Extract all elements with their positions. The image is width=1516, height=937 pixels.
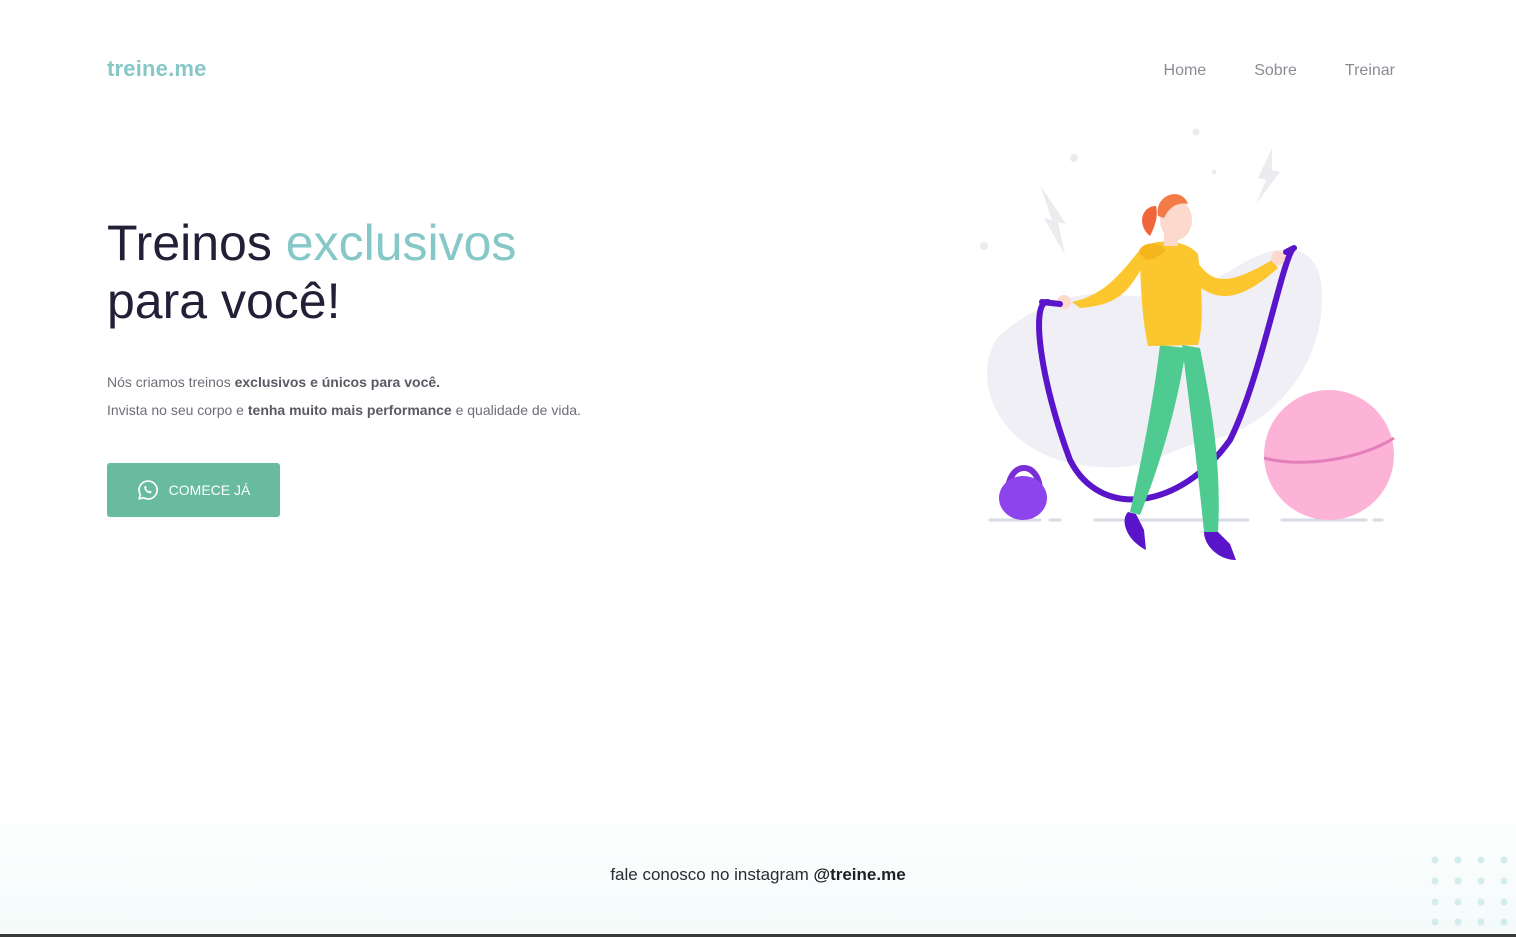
jump-rope-illustration — [980, 128, 1395, 560]
hero-title-part2: para você! — [107, 273, 341, 329]
decorative-dots — [1431, 856, 1508, 926]
hero-title-part1: Treinos — [107, 215, 272, 271]
nav-link-treinar[interactable]: Treinar — [1345, 62, 1395, 80]
footer-prefix: fale conosco no instagram — [610, 865, 809, 884]
rope-handle-left — [1039, 299, 1063, 307]
shoe-left — [1124, 512, 1146, 550]
nav-link-home[interactable]: Home — [1164, 62, 1207, 80]
hero-line1-bold: exclusivos e únicos para você. — [234, 374, 441, 390]
instagram-handle-link[interactable]: @treine.me — [814, 865, 906, 884]
pilates-ball — [1264, 390, 1394, 520]
lightning-right — [1256, 148, 1280, 204]
nav-link-sobre[interactable]: Sobre — [1254, 62, 1297, 80]
lightning-left — [1040, 185, 1066, 255]
main-nav: Home Sobre Treinar — [1164, 62, 1395, 80]
hero-title: Treinos exclusivos para você! — [107, 214, 516, 330]
hero-line1-prefix: Nós criamos treinos — [107, 374, 231, 390]
sparkle-dot — [1070, 154, 1078, 162]
shoe-right — [1204, 532, 1236, 560]
hero-line2-bold: tenha muito mais performance — [247, 402, 452, 418]
sparkle-dot — [1211, 169, 1217, 175]
landing-page: treine.me Home Sobre Treinar Treinos exc… — [0, 0, 1516, 937]
kettlebell — [999, 476, 1047, 520]
hero-line2-prefix: Invista no seu corpo e — [107, 402, 244, 418]
brand-logo[interactable]: treine.me — [107, 56, 207, 82]
sparkle-dot — [980, 242, 988, 250]
hero-description: Nós criamos treinos exclusivos e únicos … — [107, 368, 581, 424]
hero-line2-suffix: e qualidade de vida. — [455, 402, 581, 418]
comece-ja-label: COMECE JÁ — [168, 482, 251, 498]
footer-contact: fale conosco no instagram @treine.me — [0, 865, 1516, 885]
comece-ja-button[interactable]: COMECE JÁ — [107, 463, 280, 517]
sparkle-dot — [1192, 128, 1200, 136]
ponytail — [1142, 206, 1157, 236]
whatsapp-icon — [137, 479, 159, 501]
hand-right — [1271, 251, 1285, 265]
hero-title-accent: exclusivos — [285, 215, 517, 271]
rope-handle-right — [1283, 245, 1297, 255]
